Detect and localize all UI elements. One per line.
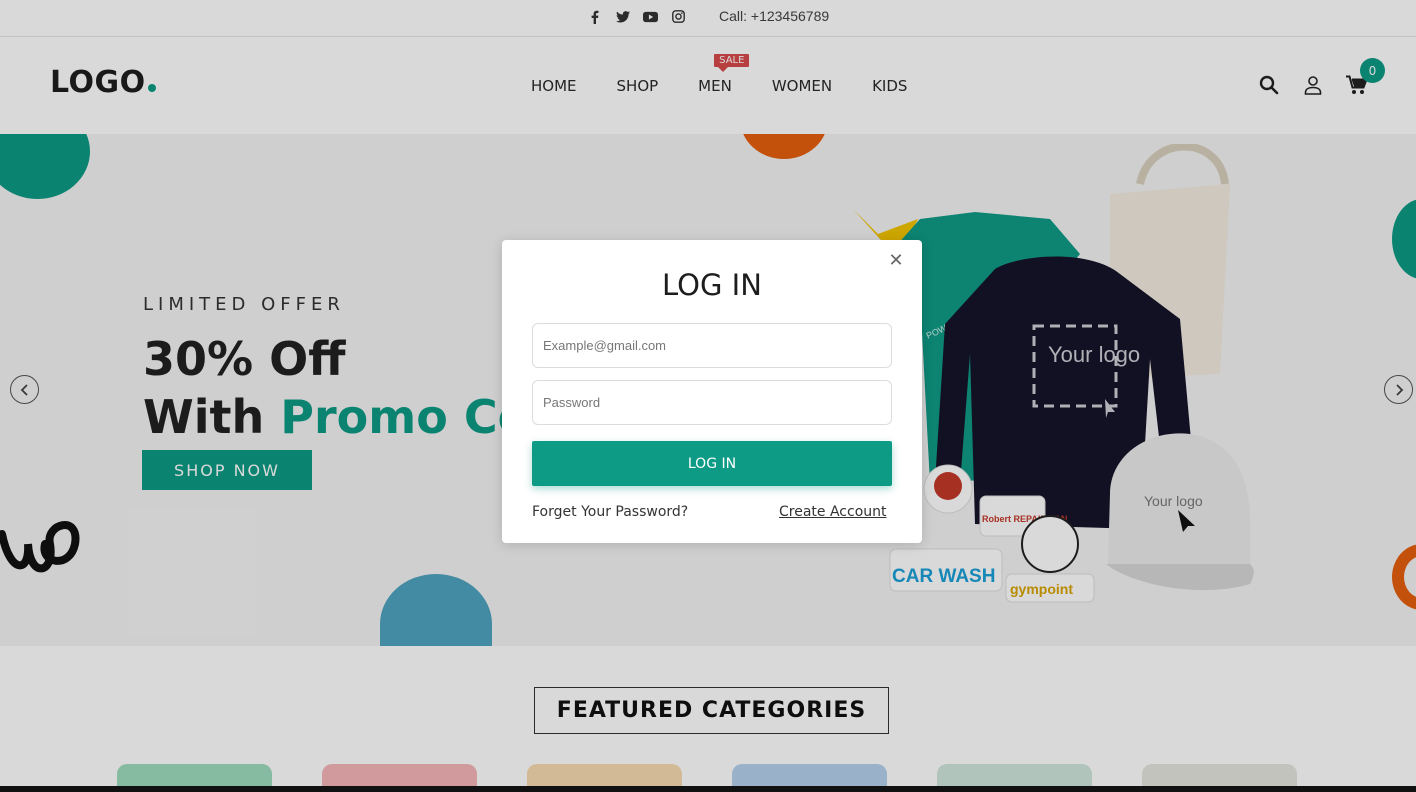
bottom-bar bbox=[0, 786, 1416, 792]
login-title: LOG IN bbox=[662, 268, 762, 302]
close-icon[interactable]: ✕ bbox=[888, 250, 904, 271]
create-account-link[interactable]: Create Account bbox=[779, 504, 887, 520]
password-field[interactable] bbox=[532, 380, 892, 425]
email-field[interactable] bbox=[532, 323, 892, 368]
forgot-password-link[interactable]: Forget Your Password? bbox=[532, 504, 688, 520]
login-modal: ✕ LOG IN LOG IN Forget Your Password? Cr… bbox=[502, 240, 922, 543]
login-button[interactable]: LOG IN bbox=[532, 441, 892, 486]
